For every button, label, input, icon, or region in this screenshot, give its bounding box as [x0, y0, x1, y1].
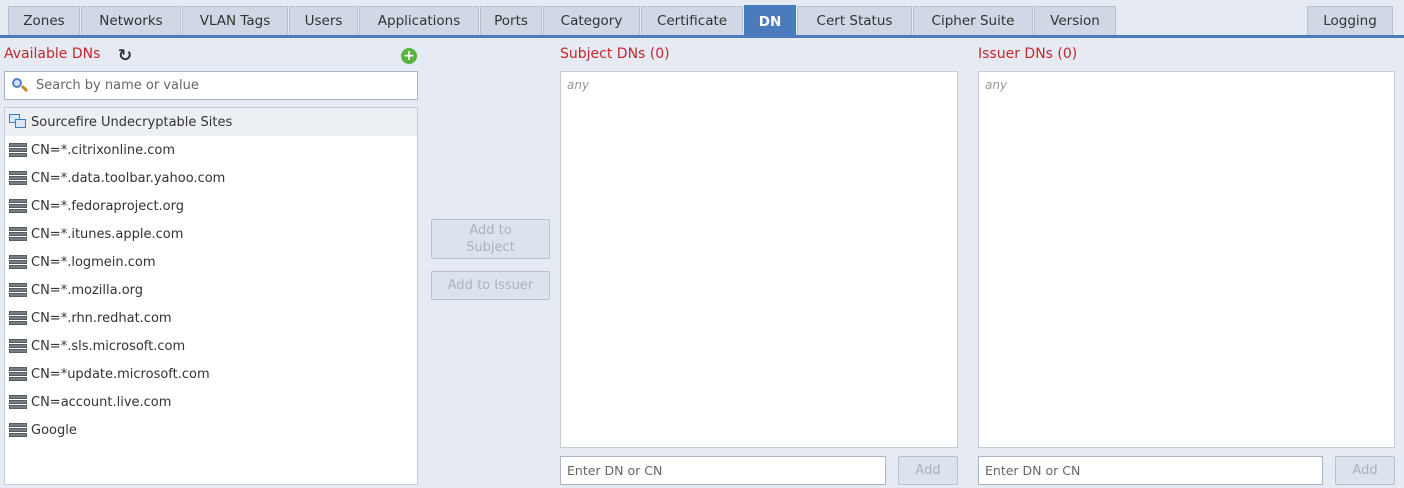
tab-version[interactable]: Version	[1034, 6, 1116, 35]
tab-dn[interactable]: DN	[744, 5, 796, 37]
list-item-label: CN=account.live.com	[31, 394, 172, 410]
tab-ports[interactable]: Ports	[480, 6, 542, 35]
list-item-label: CN=*.citrixonline.com	[31, 142, 175, 158]
subject-dn-input[interactable]	[560, 456, 886, 485]
issuer-dns-list[interactable]: any	[978, 71, 1395, 448]
list-item[interactable]: CN=*.fedoraproject.org	[5, 192, 417, 220]
tab-applications[interactable]: Applications	[359, 6, 479, 35]
list-item-label: CN=*.data.toolbar.yahoo.com	[31, 170, 226, 186]
list-item-label: CN=*.logmein.com	[31, 254, 156, 270]
tab-users[interactable]: Users	[289, 6, 358, 35]
list-item-label: CN=*update.microsoft.com	[31, 366, 210, 382]
tab-vlan-tags[interactable]: VLAN Tags	[182, 6, 288, 35]
list-item[interactable]: CN=account.live.com	[5, 388, 417, 416]
search-input[interactable]	[36, 78, 406, 93]
add-to-issuer-button[interactable]: Add to Issuer	[431, 271, 550, 300]
list-item[interactable]: CN=*update.microsoft.com	[5, 360, 417, 388]
add-to-subject-button[interactable]: Add to Subject	[431, 219, 550, 259]
subject-dns-title: Subject DNs (0)	[560, 46, 670, 62]
list-item[interactable]: CN=*.rhn.redhat.com	[5, 304, 417, 332]
server-icon	[9, 226, 27, 242]
tab-zones[interactable]: Zones	[8, 6, 80, 35]
list-item-label: Sourcefire Undecryptable Sites	[31, 114, 233, 130]
server-icon	[9, 338, 27, 354]
issuer-dn-input[interactable]	[978, 456, 1323, 485]
search-icon	[10, 76, 30, 96]
list-item-label: CN=*.fedoraproject.org	[31, 198, 184, 214]
list-item-label: CN=*.mozilla.org	[31, 282, 144, 298]
group-icon	[9, 114, 27, 130]
available-dns-list: Sourcefire Undecryptable Sites CN=*.citr…	[4, 107, 418, 485]
server-icon	[9, 198, 27, 214]
server-icon	[9, 170, 27, 186]
list-item-label: Google	[31, 422, 77, 438]
list-item[interactable]: CN=*.citrixonline.com	[5, 136, 417, 164]
list-item[interactable]: Sourcefire Undecryptable Sites	[5, 108, 417, 136]
tab-bar: Zones Networks VLAN Tags Users Applicati…	[0, 0, 1404, 38]
list-item-label: CN=*.itunes.apple.com	[31, 226, 184, 242]
search-box	[4, 71, 418, 100]
tab-cipher-suite[interactable]: Cipher Suite	[913, 6, 1033, 35]
tab-cert-status[interactable]: Cert Status	[797, 6, 912, 35]
server-icon	[9, 254, 27, 270]
list-item[interactable]: CN=*.mozilla.org	[5, 276, 417, 304]
server-icon	[9, 282, 27, 298]
refresh-icon[interactable]: ↻	[116, 46, 134, 66]
subject-empty-text: any	[567, 78, 590, 92]
tab-logging[interactable]: Logging	[1307, 6, 1393, 35]
list-item[interactable]: CN=*.itunes.apple.com	[5, 220, 417, 248]
server-icon	[9, 394, 27, 410]
server-icon	[9, 422, 27, 438]
list-item[interactable]: CN=*.sls.microsoft.com	[5, 332, 417, 360]
tab-networks[interactable]: Networks	[81, 6, 181, 35]
list-item[interactable]: CN=*.data.toolbar.yahoo.com	[5, 164, 417, 192]
available-dns-title: Available DNs	[4, 46, 101, 62]
server-icon	[9, 366, 27, 382]
add-to-subject-line2: Subject	[466, 240, 515, 255]
list-item-label: CN=*.rhn.redhat.com	[31, 310, 172, 326]
tab-category[interactable]: Category	[543, 6, 640, 35]
list-item-label: CN=*.sls.microsoft.com	[31, 338, 186, 354]
server-icon	[9, 142, 27, 158]
issuer-dns-title: Issuer DNs (0)	[978, 46, 1078, 62]
tab-certificate[interactable]: Certificate	[641, 6, 743, 35]
subject-add-button[interactable]: Add	[898, 456, 958, 485]
issuer-add-button[interactable]: Add	[1335, 456, 1395, 485]
subject-dns-list[interactable]: any	[560, 71, 958, 448]
add-to-subject-line1: Add to	[469, 223, 512, 238]
add-circle-icon[interactable]: +	[401, 48, 417, 64]
list-item[interactable]: Google	[5, 416, 417, 444]
list-item[interactable]: CN=*.logmein.com	[5, 248, 417, 276]
server-icon	[9, 310, 27, 326]
issuer-empty-text: any	[985, 78, 1008, 92]
